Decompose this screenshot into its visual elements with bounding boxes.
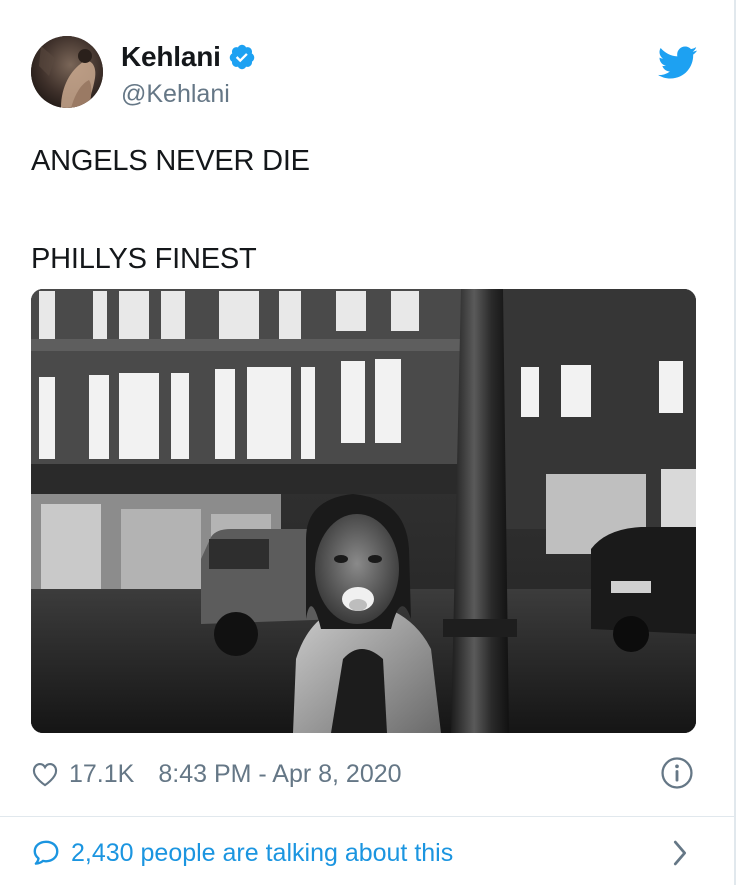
conversation-count-text[interactable]: 2,430 people are talking about this (71, 839, 453, 868)
tweet-text-line: PHILLYS FINEST (31, 243, 257, 275)
tweet-header: Kehlani @Kehlani (31, 36, 704, 110)
author-block[interactable]: Kehlani @Kehlani (121, 40, 256, 109)
tweet-card: Kehlani @Kehlani ANGELS NEVER DIE PHILLY… (0, 0, 736, 885)
tweet-meta: 17.1K 8:43 PM - Apr 8, 2020 (31, 756, 694, 792)
tweet-timestamp[interactable]: 8:43 PM - Apr 8, 2020 (158, 760, 401, 789)
author-handle[interactable]: @Kehlani (121, 80, 256, 109)
avatar-image (31, 36, 103, 108)
heart-icon[interactable] (31, 761, 59, 787)
tweet-text-line: ANGELS NEVER DIE (31, 145, 310, 177)
chevron-right-icon[interactable] (672, 839, 688, 867)
twitter-bird-icon[interactable] (658, 46, 698, 80)
tweet-text: ANGELS NEVER DIE PHILLYS FINEST (31, 140, 691, 280)
verified-badge-icon (228, 43, 256, 71)
tweet-photo[interactable] (31, 289, 696, 733)
conversation-link[interactable]: 2,430 people are talking about this (31, 833, 694, 873)
divider (0, 816, 734, 817)
speech-bubble-icon (31, 838, 61, 868)
like-count[interactable]: 17.1K (69, 760, 134, 789)
author-name-row: Kehlani (121, 40, 256, 74)
info-icon[interactable] (660, 756, 694, 790)
avatar[interactable] (31, 36, 103, 108)
author-name[interactable]: Kehlani (121, 41, 221, 73)
street-photo (31, 289, 696, 733)
